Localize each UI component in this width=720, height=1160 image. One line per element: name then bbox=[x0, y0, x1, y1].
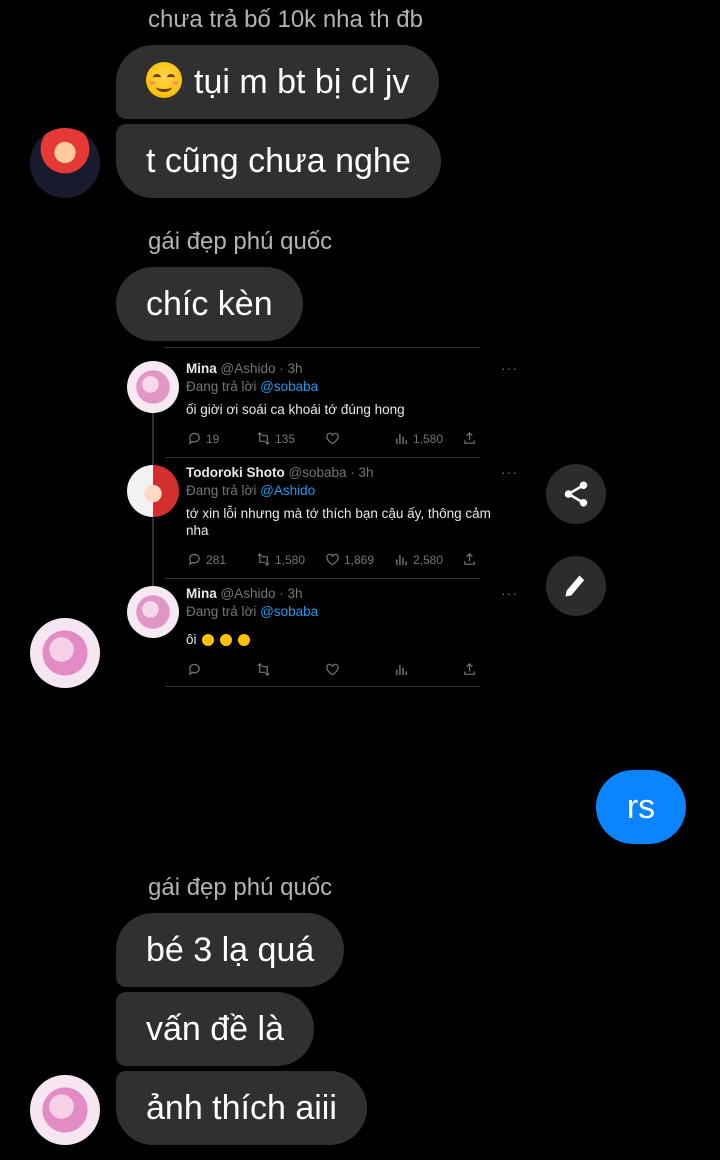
divider bbox=[165, 686, 480, 687]
view-count: 1,580 bbox=[394, 431, 443, 446]
heart-icon bbox=[326, 663, 339, 676]
sender-avatar[interactable] bbox=[30, 1075, 100, 1145]
sad-emoji-icon bbox=[237, 634, 250, 646]
pencil-icon bbox=[565, 575, 585, 597]
divider bbox=[165, 578, 480, 579]
scream-emoji-icon bbox=[202, 634, 215, 646]
message-text: t cũng chưa nghe bbox=[146, 142, 411, 180]
views-icon bbox=[396, 433, 407, 445]
thread-line bbox=[152, 518, 154, 588]
message-text: vấn đề là bbox=[146, 1010, 284, 1048]
reply-icon bbox=[188, 553, 200, 566]
more-icon: ··· bbox=[501, 360, 518, 376]
message-bubble[interactable]: bé 3 lạ quá bbox=[116, 913, 345, 987]
divider bbox=[165, 347, 480, 348]
reply-icon bbox=[188, 432, 200, 445]
sender-name: gái đẹp phú quốc bbox=[148, 228, 333, 255]
retweet-count: 135 bbox=[256, 431, 295, 446]
message-bubble[interactable]: t cũng chưa nghe bbox=[116, 124, 441, 198]
like-count bbox=[325, 662, 340, 677]
heart-icon bbox=[326, 553, 339, 566]
message-text: ảnh thích aiii bbox=[146, 1089, 337, 1127]
edit-button[interactable] bbox=[546, 556, 606, 616]
tweet-author: Mina @Ashido · 3h bbox=[186, 361, 303, 376]
share-icon bbox=[564, 481, 588, 507]
reply-count: 19 bbox=[187, 431, 219, 446]
views-icon bbox=[396, 554, 407, 566]
views-icon bbox=[396, 664, 407, 676]
heart-icon bbox=[326, 432, 339, 445]
message-bubble[interactable]: chíc kèn bbox=[116, 267, 303, 341]
tweet-avatar bbox=[127, 586, 179, 638]
smiling-face-emoji-icon bbox=[146, 62, 182, 98]
tweet-reply-to: Đang trả lời @Ashido bbox=[186, 483, 316, 498]
more-icon: ··· bbox=[501, 585, 518, 601]
tweet-avatar bbox=[127, 361, 179, 413]
sender-name: gái đẹp phú quốc bbox=[148, 874, 333, 901]
tweet-avatar bbox=[127, 465, 179, 517]
tweet-reply-to: Đang trả lời @sobaba bbox=[186, 604, 319, 619]
sender-avatar[interactable] bbox=[30, 128, 100, 198]
retweet-icon bbox=[257, 663, 270, 676]
retweet-count bbox=[256, 662, 271, 677]
message-bubble[interactable]: tụi m bt bị cl jv bbox=[116, 45, 440, 119]
thread-line bbox=[152, 412, 154, 467]
reply-count: 281 bbox=[187, 552, 226, 567]
like-count bbox=[325, 431, 344, 446]
sender-avatar[interactable] bbox=[30, 618, 100, 688]
tweet-reply-to: Đang trả lời @sobaba bbox=[186, 379, 319, 394]
reply-count bbox=[187, 662, 202, 677]
tweet-text: ối giời ơi soái ca khoái tớ đúng hong bbox=[186, 402, 405, 417]
share-tweet-icon bbox=[462, 552, 477, 567]
like-count: 1,869 bbox=[325, 552, 374, 567]
message-text: tụi m bt bị cl jv bbox=[194, 63, 410, 101]
tweet-author: Todoroki Shoto @sobaba · 3h bbox=[186, 465, 374, 480]
message-text: rs bbox=[626, 788, 656, 826]
tweet-author: Mina @Ashido · 3h bbox=[186, 586, 303, 601]
share-tweet-icon bbox=[462, 662, 477, 677]
sender-name: chưa trả bố 10k nha th đb bbox=[148, 6, 423, 33]
divider bbox=[165, 457, 480, 458]
retweet-count: 1,580 bbox=[256, 552, 305, 567]
message-bubble[interactable]: vấn đề là bbox=[116, 992, 314, 1066]
tweet-text: tớ xin lỗi nhưng mà tớ thích bạn cậu ấy,… bbox=[186, 506, 491, 538]
retweet-icon bbox=[257, 432, 270, 445]
message-text: chíc kèn bbox=[146, 285, 273, 323]
message-bubble[interactable]: ảnh thích aiii bbox=[116, 1071, 367, 1145]
share-button[interactable] bbox=[546, 464, 606, 524]
message-text: bé 3 lạ quá bbox=[146, 931, 315, 969]
fearful-emoji-icon bbox=[220, 634, 233, 646]
view-count bbox=[394, 662, 409, 677]
tweet-text: ôi bbox=[186, 631, 496, 648]
reply-icon bbox=[188, 663, 200, 676]
retweet-icon bbox=[257, 553, 270, 566]
view-count: 2,580 bbox=[394, 552, 443, 567]
more-icon: ··· bbox=[501, 464, 518, 480]
share-tweet-icon bbox=[462, 431, 477, 446]
outgoing-message-bubble[interactable]: rs bbox=[596, 770, 686, 844]
